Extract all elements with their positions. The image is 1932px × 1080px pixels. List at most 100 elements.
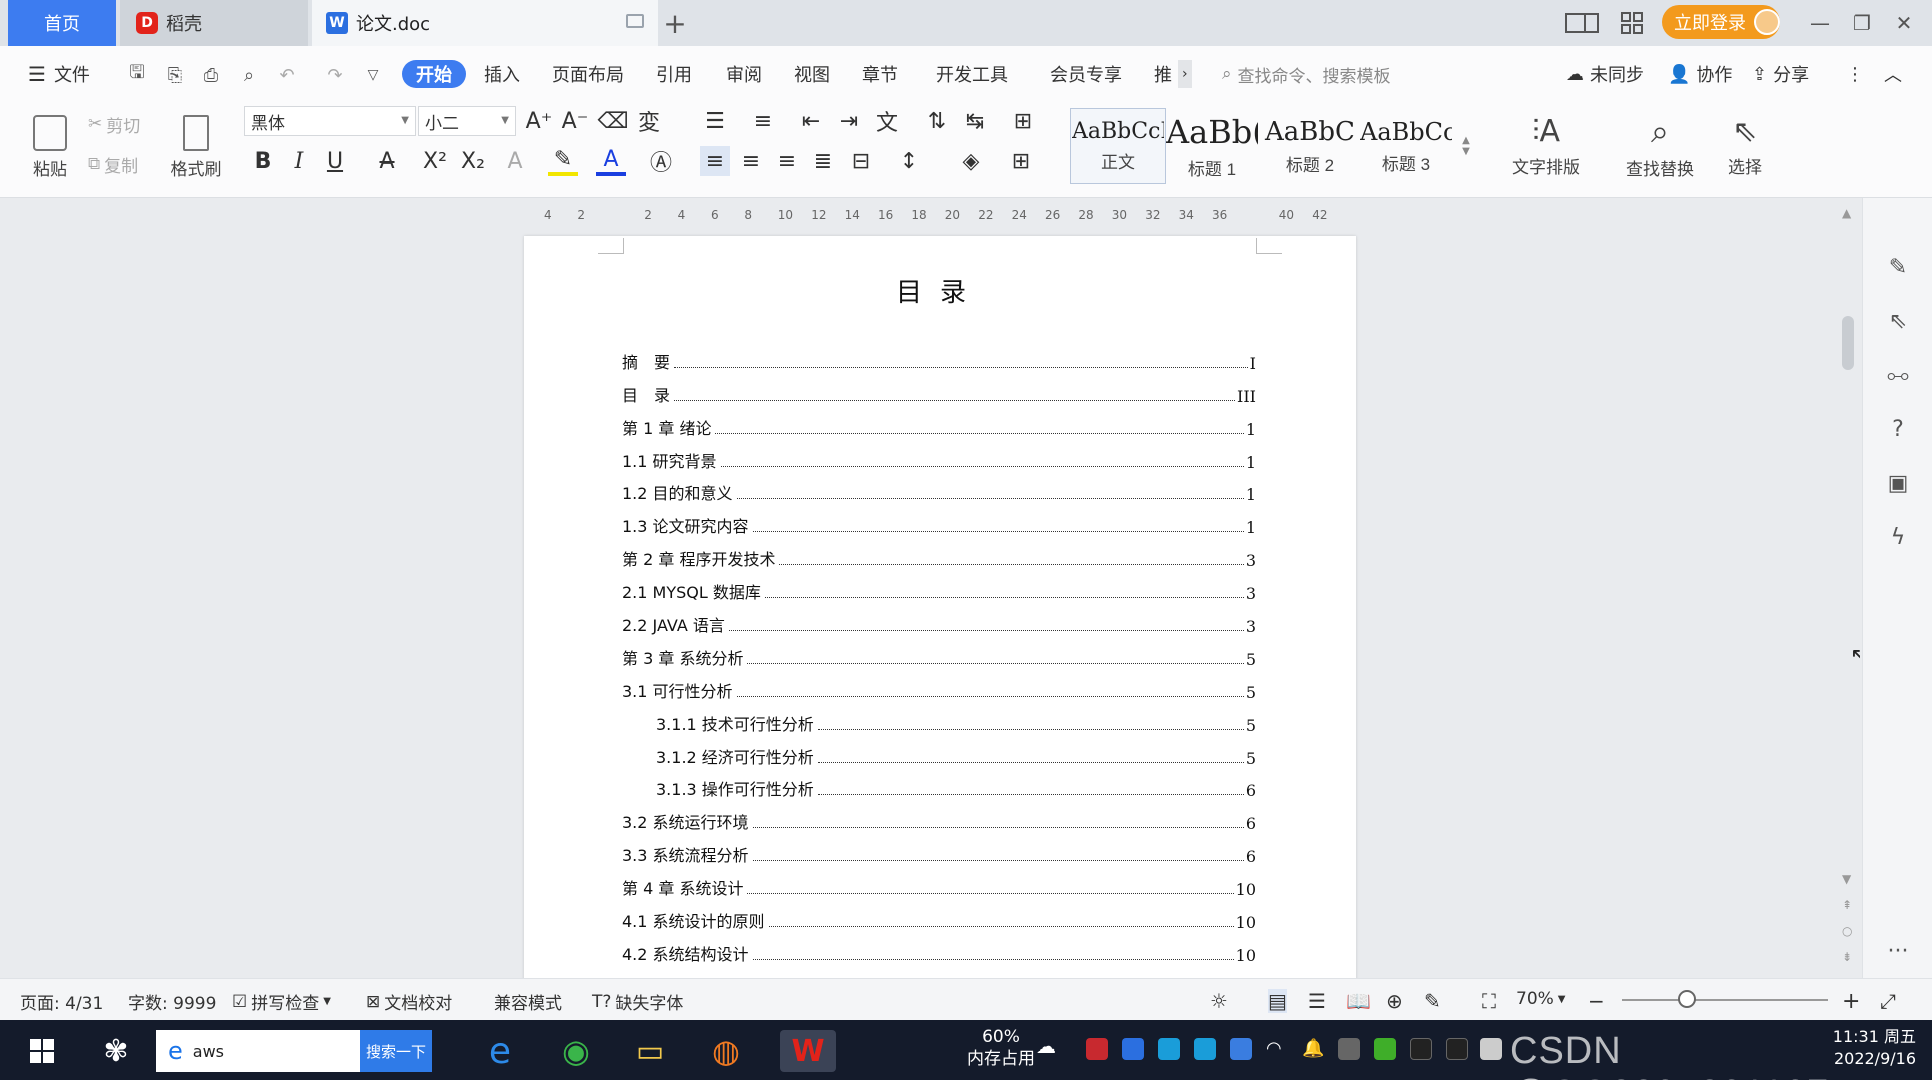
shrink-font-icon[interactable]: A⁻ — [560, 106, 590, 136]
style-heading-3[interactable]: AaBbCc 标题 3 — [1358, 108, 1454, 184]
tray-app-icon[interactable] — [1122, 1038, 1144, 1060]
bold-icon[interactable]: B — [248, 146, 278, 176]
tab-developer[interactable]: 开发工具 — [936, 60, 1008, 88]
360-app-icon[interactable]: ✾ — [94, 1030, 138, 1072]
select-button[interactable]: ⇖ 选择 — [1710, 106, 1780, 186]
print-icon[interactable]: ⎙ — [198, 62, 224, 88]
toc-entry[interactable]: 3.1.2 经济可行性分析 5 — [622, 735, 1256, 768]
style-heading-2[interactable]: AaBbC 标题 2 — [1262, 108, 1358, 184]
zoom-out-icon[interactable]: − — [1588, 989, 1605, 1013]
sort-icon[interactable]: ⇅ — [922, 106, 952, 136]
toc-entry[interactable]: 第 2 章 程序开发技术 3 — [622, 537, 1256, 571]
distribute-icon[interactable]: ⊟ — [846, 146, 876, 176]
font-color-icon[interactable]: A — [596, 146, 626, 176]
system-clock[interactable]: 11:31 周五 2022/9/16 — [1766, 1026, 1916, 1070]
styles-scroll-icon[interactable]: ▲ ▼ — [1456, 110, 1476, 182]
more-options-icon[interactable]: ⋮ — [1846, 60, 1864, 88]
toc-entry[interactable]: 3.1.3 操作可行性分析 6 — [622, 768, 1256, 801]
cut-button[interactable]: ✂ 剪切 — [88, 110, 140, 138]
notification-bell-icon[interactable]: 🔔 — [1302, 1038, 1324, 1060]
align-right-icon[interactable]: ≡ — [772, 146, 802, 176]
grow-font-icon[interactable]: A⁺ — [524, 106, 554, 136]
zoom-level[interactable]: 70% ▼ — [1516, 989, 1566, 1009]
tab-start[interactable]: 开始 — [402, 60, 466, 88]
image-ai-icon[interactable]: ▣ — [1883, 468, 1913, 498]
zoom-slider[interactable] — [1622, 999, 1828, 1001]
fullscreen-icon[interactable]: ⤢ — [1880, 989, 1896, 1013]
scroll-up-icon[interactable]: ▲ — [1842, 206, 1851, 220]
shield-icon[interactable] — [1230, 1038, 1252, 1060]
tray-app-icon[interactable] — [1158, 1038, 1180, 1060]
toc-entry[interactable]: 3.2 系统运行环境 6 — [622, 800, 1256, 834]
login-button[interactable]: 立即登录 — [1662, 5, 1780, 39]
shading-icon[interactable]: ◈ — [956, 146, 986, 176]
write-mode-icon[interactable]: ✎ — [1424, 989, 1441, 1013]
bullet-list-icon[interactable]: ☰ — [700, 106, 730, 136]
decrease-indent-icon[interactable]: ⇤ — [796, 106, 826, 136]
fox-app-icon[interactable]: ◍ — [704, 1030, 748, 1072]
qq-icon[interactable] — [1446, 1038, 1468, 1060]
paste-button[interactable]: 粘贴 — [22, 108, 78, 186]
font-name-select[interactable]: 黑体 ▼ — [244, 106, 416, 136]
toc-entry[interactable]: 第 3 章 系统分析 5 — [622, 636, 1256, 669]
weather-cloud-icon[interactable]: ☁ — [1036, 1034, 1060, 1058]
adjust-slider-icon[interactable]: ⧟ — [1883, 360, 1913, 390]
wps-app-icon[interactable]: W — [780, 1030, 836, 1072]
tray-app-icon[interactable] — [1338, 1038, 1360, 1060]
tab-daoke[interactable]: D 稻壳 — [120, 0, 308, 46]
taskbar-search-button[interactable]: 搜索一下 — [360, 1030, 432, 1072]
qq-icon[interactable] — [1410, 1038, 1432, 1060]
share-button[interactable]: ⇪ 分享 — [1752, 60, 1809, 88]
next-page-icon[interactable]: ⇟ — [1842, 950, 1852, 964]
sync-button[interactable]: ☁ 未同步 — [1566, 60, 1644, 88]
toc-entry[interactable]: 1.2 目的和意义 1 — [622, 472, 1256, 505]
collab-button[interactable]: 👤 协作 — [1668, 60, 1732, 88]
pinyin-guide-icon[interactable]: 変 — [634, 106, 664, 136]
underline-icon[interactable]: U — [320, 146, 350, 176]
prev-page-icon[interactable]: ⇞ — [1842, 898, 1852, 912]
text-effect-icon[interactable]: A — [500, 146, 530, 176]
pen-edit-icon[interactable]: ✎ — [1883, 252, 1913, 282]
zoom-in-icon[interactable]: + — [1842, 989, 1860, 1014]
new-tab-button[interactable]: + — [660, 7, 690, 40]
numbered-list-icon[interactable]: ≡ — [748, 106, 778, 136]
minimize-button[interactable]: — — [1800, 6, 1840, 40]
toc-entry[interactable]: 3.3 系统流程分析 6 — [622, 833, 1256, 867]
line-spacing-icon[interactable]: ↕ — [894, 146, 924, 176]
format-painter-button[interactable]: 格式刷 — [164, 108, 228, 186]
command-search[interactable]: ⌕ 查找命令、搜索模板 — [1222, 60, 1391, 88]
toc-entry[interactable]: 1.1 研究背景 1 — [622, 439, 1256, 472]
save-icon[interactable]: 🖫 — [124, 62, 150, 88]
battery-icon[interactable] — [1480, 1038, 1502, 1060]
ruler-toggle-icon[interactable]: ⊞ — [1008, 106, 1038, 136]
fit-page-icon[interactable]: ⛶ — [1482, 989, 1496, 1013]
increase-indent-icon[interactable]: ⇥ — [834, 106, 864, 136]
subscript-icon[interactable]: X₂ — [458, 146, 488, 176]
grid-apps-icon[interactable] — [1614, 10, 1650, 36]
borders-icon[interactable]: ⊞ — [1006, 146, 1036, 176]
export-pdf-icon[interactable]: ⎘ — [162, 62, 188, 88]
toc-entry[interactable]: 摘 要I — [622, 340, 1256, 373]
toc-entry[interactable]: 3.1.1 技术可行性分析 5 — [622, 702, 1256, 735]
tab-recommend[interactable]: 推 — [1154, 60, 1172, 88]
spell-check-button[interactable]: ☑ 拼写检查 ▼ — [232, 989, 331, 1015]
monitor-icon[interactable] — [626, 14, 644, 28]
toc-entry[interactable]: 4.2 系统结构设计 10 — [622, 932, 1256, 965]
close-button[interactable]: ✕ — [1884, 6, 1924, 40]
layout-toggle-icon[interactable] — [1564, 10, 1600, 36]
text-direction-icon[interactable]: ↹ — [960, 106, 990, 136]
tab-view[interactable]: 视图 — [794, 60, 830, 88]
more-dots-icon[interactable]: ··· — [1883, 936, 1913, 966]
toc-entry[interactable]: 2.1 MYSQL 数据库 3 — [622, 570, 1256, 604]
chinese-layout-icon[interactable]: 文 — [872, 106, 902, 136]
strikethrough-icon[interactable]: A — [372, 146, 402, 176]
italic-icon[interactable]: I — [284, 146, 314, 176]
web-view-icon[interactable]: ⊕ — [1386, 989, 1403, 1013]
find-replace-button[interactable]: ⌕ 查找替换 — [1608, 106, 1712, 186]
wifi-icon[interactable]: ◠ — [1266, 1038, 1288, 1060]
style-normal[interactable]: AaBbCcI 正文 — [1070, 108, 1166, 184]
help-icon[interactable]: ? — [1883, 414, 1913, 444]
page-view-icon[interactable]: ▤ — [1268, 989, 1287, 1013]
clear-format-icon[interactable]: ⌫ — [597, 106, 628, 136]
tab-references[interactable]: 引用 — [656, 60, 692, 88]
